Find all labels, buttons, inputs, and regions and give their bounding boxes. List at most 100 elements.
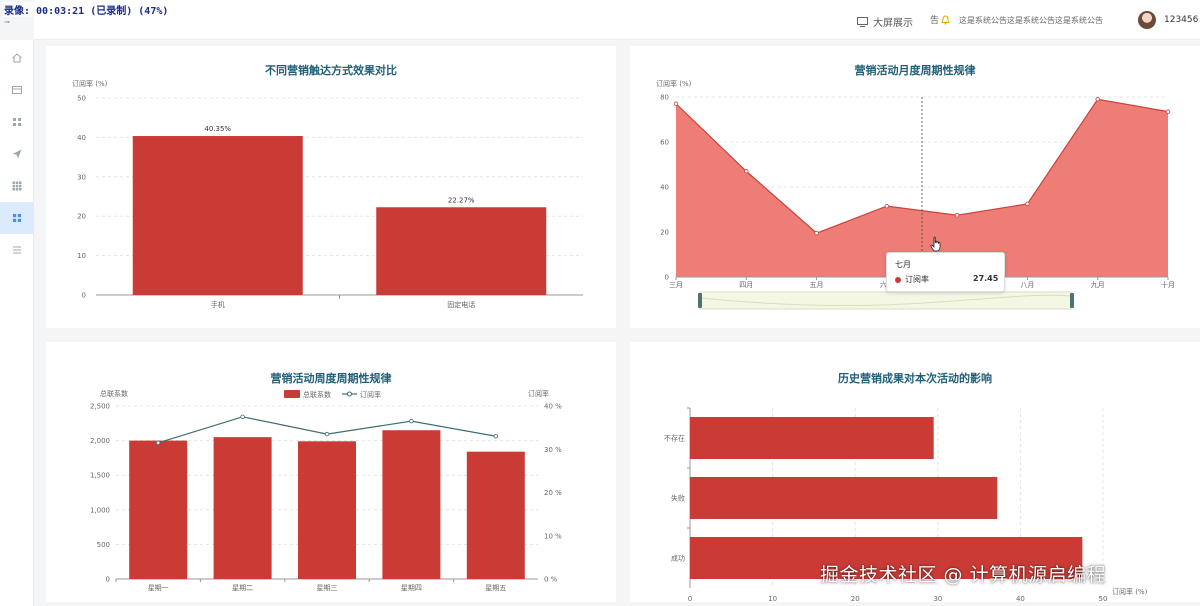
legend-swatch-bar (284, 390, 300, 398)
y-tick-label: 10 (77, 252, 86, 260)
x-tick-label: 星期四 (401, 584, 422, 592)
chart-weekday: 总联系数 订阅率 总联系数 订阅率 0 500 1,000 1,500 2,000 2,500 0 … (90, 389, 562, 592)
bar (132, 136, 303, 295)
data-point (1025, 201, 1030, 207)
y-tick-label: 40 (77, 134, 86, 142)
y-axis-label: 订阅率 (%) (72, 79, 108, 88)
legend-label: 订阅率 (360, 390, 381, 399)
series-line (158, 416, 496, 444)
bell-icon (941, 14, 950, 25)
sidebar-item-send[interactable] (0, 138, 34, 170)
x-tick-label: 四月 (739, 281, 753, 289)
y-tick-label: 不存在 (664, 434, 685, 443)
hand-cursor-icon (930, 236, 941, 252)
big-screen-button[interactable]: 大屏展示 (857, 14, 913, 29)
sidebar-item-home[interactable] (0, 42, 34, 74)
y2-axis-label: 订阅率 (528, 389, 549, 398)
x-tick-label: 50 (1099, 595, 1108, 602)
y-tick-label: 40 (660, 184, 669, 192)
sidebar-item-menu[interactable] (0, 234, 34, 266)
y2-tick-label: 20 % (544, 489, 562, 497)
line-point (155, 440, 161, 445)
y-tick-label: 20 (77, 213, 86, 221)
x-tick-label: 固定电话 (447, 300, 475, 309)
sidebar-item-apps[interactable] (0, 106, 34, 138)
monitor-icon (857, 16, 868, 27)
y-axis-label: 订阅率 (%) (656, 79, 692, 88)
app-window: 录像: 00:03:21 (已录制) (47%) ⊸ 大屏展示 告 这是系统公告… (0, 0, 1200, 606)
y-tick-label: 2,000 (90, 437, 110, 445)
x-tick-label: 手机 (211, 300, 225, 309)
data-zoom-handle-right[interactable] (1070, 293, 1074, 308)
x-tick-label: 0 (688, 595, 692, 602)
data-point (673, 101, 679, 106)
y-tick-label: 50 (77, 95, 86, 103)
bar (298, 441, 356, 579)
bar (690, 477, 998, 519)
notice-area[interactable]: 告 (930, 13, 950, 26)
recording-overlay: 录像: 00:03:21 (已录制) (47%) (2, 2, 171, 17)
legend-swatch-dot (347, 391, 352, 397)
notice-label: 告 (930, 16, 940, 26)
sidebar-item-dashboard[interactable] (0, 202, 34, 234)
bar (382, 430, 441, 579)
bar (129, 440, 188, 579)
y-tick-label: 0 (106, 576, 110, 584)
x-tick-label: 星期二 (232, 584, 253, 592)
y2-tick-label: 10 % (544, 532, 562, 540)
sidebar-item-card[interactable] (0, 74, 34, 106)
tooltip-category: 七月 (895, 260, 911, 269)
x-tick-label: 九月 (1091, 280, 1105, 289)
data-point (954, 213, 960, 218)
y2-tick-label: 0 % (544, 576, 558, 584)
y-tick-label: 成功 (671, 554, 685, 563)
x-tick-label: 五月 (810, 281, 824, 289)
x-axis-label: 订阅率 (%) (1112, 587, 1148, 596)
y-tick-label: 60 (660, 139, 669, 147)
chart-tooltip: 七月 订阅率 27.45 (886, 252, 1005, 292)
watermark: 掘金技术社区 @ 计算机源启编程 (820, 564, 1107, 586)
big-screen-label: 大屏展示 (873, 18, 913, 29)
panel-channel-chart: 不同营销触达方式效果对比 订阅率 (%) 0 10 20 30 40 50 40.35% 手机 2… (46, 46, 616, 328)
line-point (324, 431, 330, 437)
data-point (814, 230, 819, 236)
data-label: 22.27% (448, 196, 475, 204)
y-tick-label: 30 (77, 173, 86, 181)
data-point (1165, 109, 1171, 114)
y-tick-label: 1,000 (90, 506, 110, 514)
y-tick-label: 20 (660, 229, 669, 237)
sidebar-item-grid[interactable] (0, 170, 34, 202)
grid-icon (12, 181, 22, 191)
avatar[interactable] (1138, 11, 1156, 29)
x-tick-label: 十月 (1161, 280, 1175, 289)
y-tick-label: 失败 (671, 494, 685, 503)
card-icon (12, 86, 22, 94)
top-bar: 大屏展示 告 这是系统公告这是系统公告这是系统公告 123456 (34, 0, 1200, 40)
x-tick-label: 三月 (669, 281, 683, 289)
username[interactable]: 123456 (1164, 15, 1198, 25)
home-icon (12, 53, 22, 63)
y-tick-label: 2,500 (90, 403, 110, 411)
dashboard-icon (13, 214, 21, 222)
x-tick-label: 星期三 (317, 584, 338, 592)
menu-icon (13, 246, 21, 254)
legend-label: 总联系数 (303, 390, 331, 399)
send-icon (12, 149, 22, 159)
x-tick-label: 10 (768, 595, 777, 602)
y-axis-label: 总联系数 (100, 389, 128, 398)
y2-tick-label: 30 % (544, 446, 562, 454)
recording-sub: ⊸ (4, 18, 10, 26)
chart-channel: 订阅率 (%) 0 10 20 30 40 50 40.35% 手机 22.27% 固定电话 (72, 79, 583, 309)
tooltip-series-name: 订阅率 (905, 275, 929, 284)
y-tick-label: 500 (97, 541, 110, 549)
x-tick-label: 30 (933, 595, 942, 602)
line-point (493, 434, 498, 439)
y-tick-label: 0 (82, 292, 86, 300)
data-point (744, 169, 749, 174)
bar (376, 207, 547, 295)
x-tick-label: 20 (851, 595, 860, 602)
y2-tick-label: 40 % (544, 403, 562, 411)
data-zoom-handle-left[interactable] (698, 293, 702, 308)
tooltip-series-dot (895, 277, 901, 283)
data-point (1095, 97, 1100, 102)
